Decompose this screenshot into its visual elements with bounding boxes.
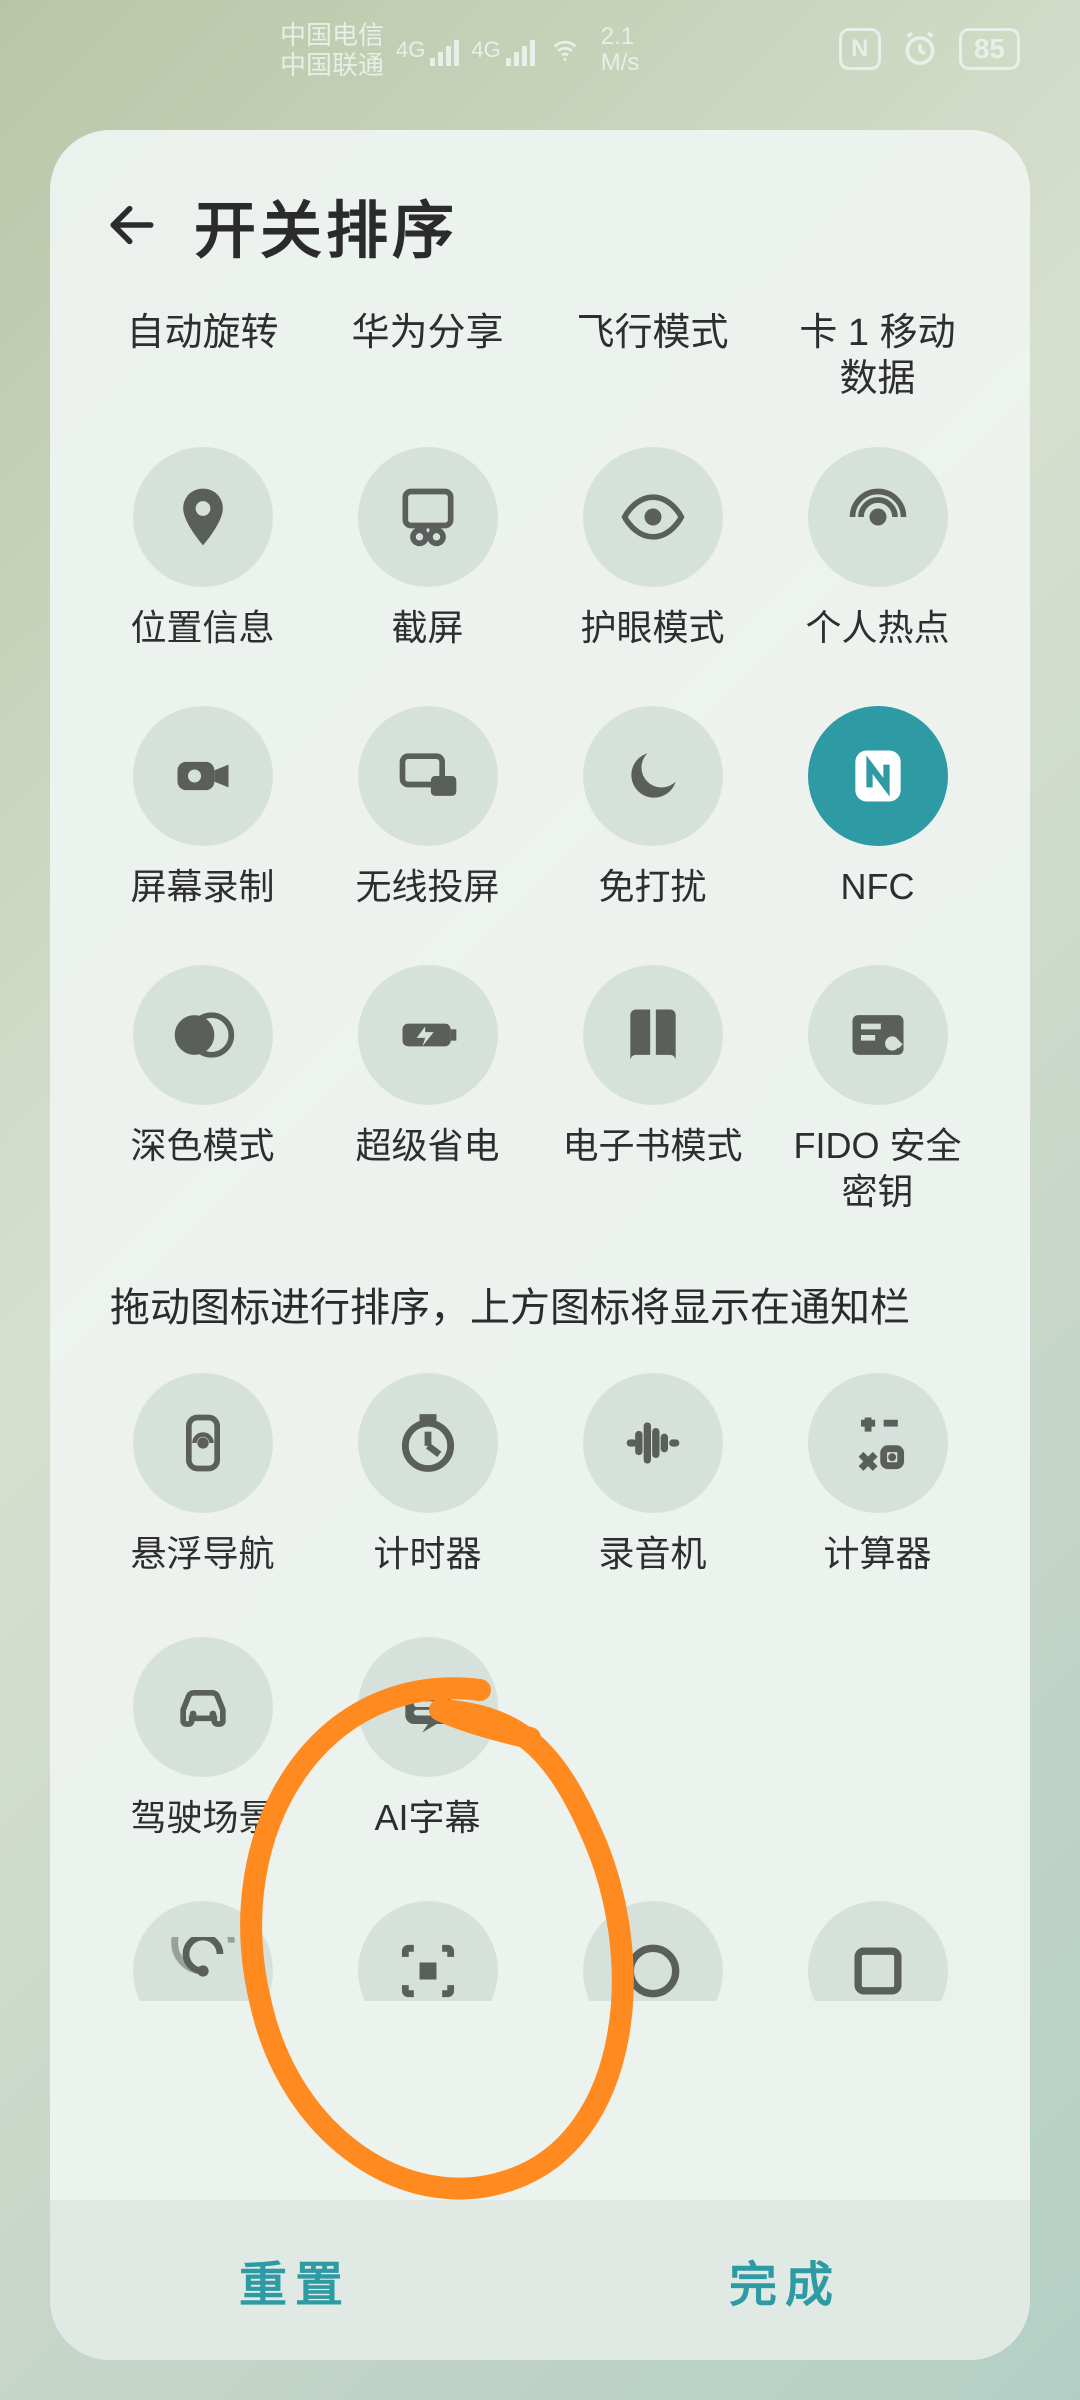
net-speed-unit: M/s: [601, 50, 640, 76]
sound-wave-icon[interactable]: [583, 1373, 723, 1513]
float-nav-icon[interactable]: [133, 1373, 273, 1513]
toggle-timer[interactable]: 计时器: [325, 1373, 530, 1577]
partial-scan[interactable]: [325, 1901, 530, 2001]
toggle-label: 截屏: [391, 605, 463, 651]
toggle-sound-wave[interactable]: 录音机: [550, 1373, 755, 1577]
toggle-nfc[interactable]: NFC: [775, 706, 980, 910]
scan-icon[interactable]: [358, 1901, 498, 2001]
toggle-calculator[interactable]: 计算器: [775, 1373, 980, 1577]
settings-panel: 开关排序 自动旋转华为分享飞行模式卡 1 移动数据 位置信息 截屏 护眼模式 个…: [50, 130, 1030, 2360]
page-title: 开关排序: [194, 180, 458, 270]
net-speed-value: 2.1: [601, 24, 640, 50]
toggle-moon[interactable]: 免打扰: [550, 706, 755, 910]
battery-indicator: 85: [959, 28, 1020, 70]
toggle-float-nav[interactable]: 悬浮导航: [100, 1373, 305, 1577]
drag-hint: 拖动图标进行排序，上方图标将显示在通知栏: [110, 1275, 970, 1333]
toggle-grid-3: 深色模式 超级省电 电子书模式 FIDO 安全密钥: [100, 965, 980, 1215]
toggle-label: 电子书模式: [562, 1123, 742, 1169]
toggle-car[interactable]: 驾驶场景: [100, 1637, 305, 1841]
top-label-row: 自动旋转华为分享飞行模式卡 1 移动数据: [100, 310, 980, 402]
toggle-key-badge[interactable]: FIDO 安全密钥: [775, 965, 980, 1215]
car-icon[interactable]: [133, 1637, 273, 1777]
toggle-label: FIDO 安全密钥: [783, 1123, 973, 1215]
book-icon[interactable]: [583, 965, 723, 1105]
toggle-scissors[interactable]: 截屏: [325, 447, 530, 651]
nfc-status-icon: N: [839, 28, 881, 70]
back-button[interactable]: [100, 193, 164, 257]
eye-icon[interactable]: [583, 447, 723, 587]
bottom-grid-2: 驾驶场景 AI字幕: [100, 1637, 980, 1841]
battery-bolt-icon[interactable]: [358, 965, 498, 1105]
toggle-label: 悬浮导航: [130, 1531, 274, 1577]
footer-bar: 重置 完成: [50, 2200, 1030, 2360]
status-bar: 中国电信 中国联通 4G 4G 2.1 M/s N 85: [0, 0, 1080, 110]
video-camera-icon[interactable]: [133, 706, 273, 846]
toggle-book[interactable]: 电子书模式: [550, 965, 755, 1215]
toggle-label: 免打扰: [598, 864, 706, 910]
toggle-cast[interactable]: 无线投屏: [325, 706, 530, 910]
status-left: 中国电信 中国联通 4G 4G 2.1 M/s: [280, 20, 639, 80]
done-button[interactable]: 完成: [540, 2200, 1030, 2360]
moon-icon[interactable]: [583, 706, 723, 846]
nfc-icon[interactable]: [808, 706, 948, 846]
toggle-label: 驾驶场景: [130, 1795, 274, 1841]
radar-icon[interactable]: [133, 1901, 273, 2001]
contrast-icon[interactable]: [133, 965, 273, 1105]
toggle-label: 计算器: [823, 1531, 931, 1577]
carrier-1: 中国电信: [280, 20, 384, 50]
top-label[interactable]: 自动旋转: [100, 310, 305, 402]
toggle-label: 录音机: [598, 1531, 706, 1577]
toggle-label: 护眼模式: [580, 605, 724, 651]
toggle-contrast[interactable]: 深色模式: [100, 965, 305, 1215]
toggle-label: 无线投屏: [355, 864, 499, 910]
toggle-grid-2: 屏幕录制 无线投屏 免打扰 NFC: [100, 706, 980, 910]
status-right: N 85: [839, 28, 1020, 70]
key-badge-icon[interactable]: [808, 965, 948, 1105]
toggle-caption[interactable]: AI字幕: [325, 1637, 530, 1841]
toggle-label: 计时器: [373, 1531, 481, 1577]
toggle-label: 个人热点: [805, 605, 949, 651]
toggle-battery-bolt[interactable]: 超级省电: [325, 965, 530, 1215]
scissors-icon[interactable]: [358, 447, 498, 587]
partial-row: [100, 1901, 980, 2001]
top-label[interactable]: 卡 1 移动数据: [775, 310, 980, 402]
toggle-location-pin[interactable]: 位置信息: [100, 447, 305, 651]
calculator-icon[interactable]: [808, 1373, 948, 1513]
toggle-label: 深色模式: [130, 1123, 274, 1169]
signal-bars-2-icon: [506, 38, 535, 66]
toggle-label: 屏幕录制: [130, 864, 274, 910]
top-label[interactable]: 华为分享: [325, 310, 530, 402]
toggle-grid-1: 位置信息 截屏 护眼模式 个人热点: [100, 447, 980, 651]
partial-circle-outline[interactable]: [550, 1901, 755, 2001]
toggle-label: 位置信息: [130, 605, 274, 651]
toggle-label: 超级省电: [355, 1123, 499, 1169]
square-outline-icon[interactable]: [808, 1901, 948, 2001]
location-pin-icon[interactable]: [133, 447, 273, 587]
wifi-icon: [547, 36, 583, 64]
timer-icon[interactable]: [358, 1373, 498, 1513]
partial-radar[interactable]: [100, 1901, 305, 2001]
signal-bars-1-icon: [430, 38, 459, 66]
toggle-label: NFC: [841, 864, 915, 910]
partial-square-outline[interactable]: [775, 1901, 980, 2001]
toggle-hotspot[interactable]: 个人热点: [775, 447, 980, 651]
panel-header: 开关排序: [100, 180, 980, 270]
alarm-icon: [901, 30, 939, 68]
bottom-grid-1: 悬浮导航 计时器 录音机 计算器: [100, 1373, 980, 1577]
caption-icon[interactable]: [358, 1637, 498, 1777]
net-tag-1: 4G: [396, 34, 425, 66]
top-label[interactable]: 飞行模式: [550, 310, 755, 402]
toggle-label: AI字幕: [374, 1795, 480, 1841]
toggle-eye[interactable]: 护眼模式: [550, 447, 755, 651]
cast-icon[interactable]: [358, 706, 498, 846]
carrier-2: 中国联通: [280, 50, 384, 80]
toggle-video-camera[interactable]: 屏幕录制: [100, 706, 305, 910]
hotspot-icon[interactable]: [808, 447, 948, 587]
circle-outline-icon[interactable]: [583, 1901, 723, 2001]
reset-button[interactable]: 重置: [50, 2200, 540, 2360]
net-tag-2: 4G: [471, 34, 500, 66]
